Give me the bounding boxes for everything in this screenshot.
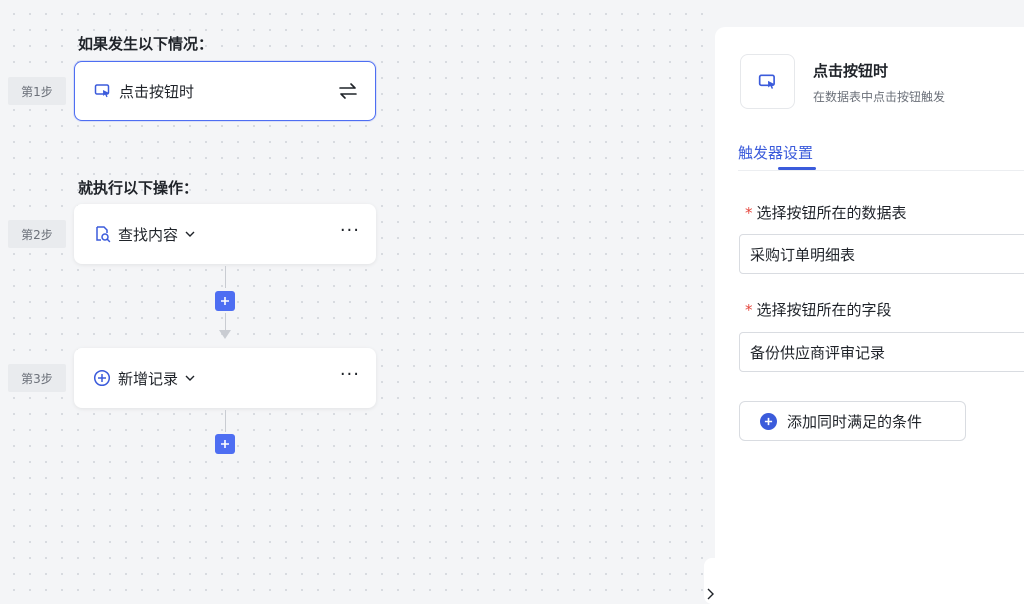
cursor-click-icon	[93, 81, 113, 101]
add-condition-button[interactable]: 添加同时满足的条件	[739, 401, 966, 441]
action-section-title: 就执行以下操作：	[78, 179, 199, 197]
chevron-down-icon[interactable]	[184, 227, 198, 241]
connector-line	[225, 313, 226, 330]
tab-trigger-settings[interactable]: 触发器设置	[738, 142, 813, 163]
required-mark: *	[745, 204, 753, 222]
field-select[interactable]: 备份供应商评审记录	[739, 332, 1024, 372]
search-doc-icon	[92, 224, 112, 244]
cursor-click-icon	[758, 74, 775, 89]
arrow-down-icon	[219, 330, 231, 339]
connector-line	[225, 410, 226, 432]
plus-circle-icon	[760, 412, 777, 430]
more-options-button[interactable]: ···	[340, 222, 360, 246]
tab-divider	[738, 170, 1024, 171]
trigger-title: 点击按钮时	[813, 62, 889, 80]
trigger-card[interactable]: 点击按钮时	[74, 61, 376, 121]
connector-line	[225, 266, 226, 288]
action-card-add-label: 新增记录	[118, 369, 179, 388]
add-step-button[interactable]	[215, 291, 235, 311]
table-field-label: * 选择按钮所在的数据表	[745, 204, 907, 222]
trigger-icon-box	[740, 54, 795, 109]
plus-icon	[221, 440, 229, 448]
workflow-canvas[interactable]: 如果发生以下情况： 第1步 点击按钮时 就执行以下操作： 第2步 查找内容 ··…	[0, 0, 715, 604]
more-options-button[interactable]: ···	[340, 366, 360, 390]
field-field-label: * 选择按钮所在的字段	[745, 301, 892, 319]
chevron-right-icon	[707, 588, 714, 600]
trigger-card-label: 点击按钮时	[119, 82, 195, 101]
swap-icon[interactable]	[337, 82, 359, 100]
add-condition-label: 添加同时满足的条件	[787, 412, 923, 431]
required-mark: *	[745, 301, 753, 319]
trigger-section-title: 如果发生以下情况：	[78, 35, 214, 53]
plus-circle-icon	[92, 368, 112, 388]
step-label-1: 第1步	[8, 77, 66, 105]
action-card-find-label: 查找内容	[118, 225, 179, 244]
trigger-description: 在数据表中点击按钮触发	[813, 90, 946, 104]
table-select[interactable]: 采购订单明细表	[739, 234, 1024, 274]
trigger-settings-panel: 点击按钮时 在数据表中点击按钮触发 触发器设置 * 选择按钮所在的数据表 采购订单…	[715, 27, 1024, 604]
chevron-down-icon[interactable]	[184, 371, 198, 385]
step-label-3: 第3步	[8, 364, 66, 392]
action-card-find[interactable]: 查找内容 ···	[74, 204, 376, 264]
step-label-2: 第2步	[8, 220, 66, 248]
plus-icon	[221, 297, 229, 305]
action-card-add[interactable]: 新增记录 ···	[74, 348, 376, 408]
add-step-button[interactable]	[215, 434, 235, 454]
